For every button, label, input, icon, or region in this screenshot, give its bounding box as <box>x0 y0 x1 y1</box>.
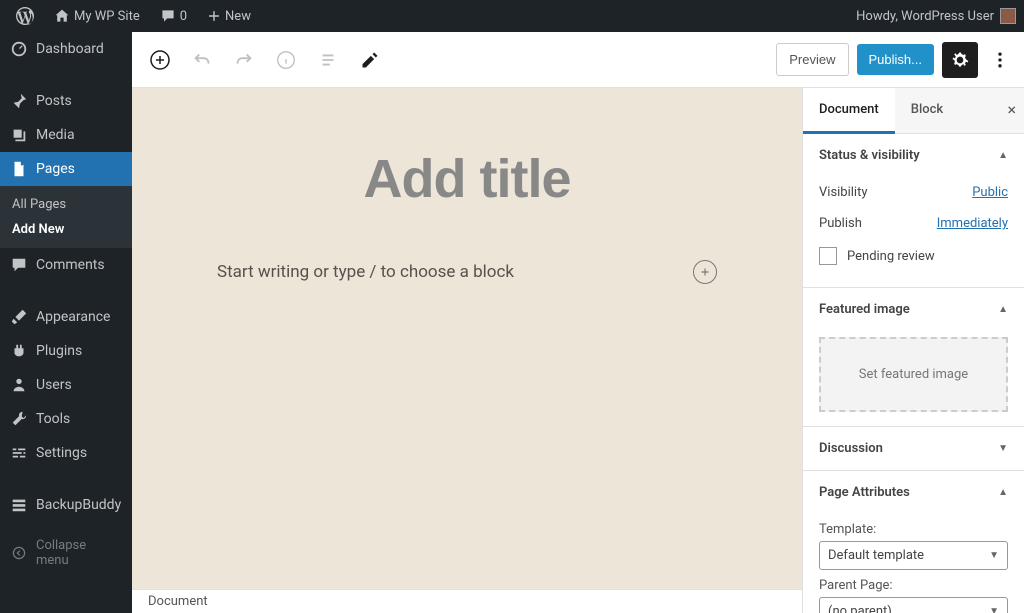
template-label: Template: <box>819 522 1008 537</box>
add-block-button[interactable] <box>142 42 178 78</box>
sidebar-item-posts[interactable]: Posts <box>0 84 132 118</box>
panel-tabs: Document Block × <box>803 88 1024 134</box>
sidebar-item-backupbuddy[interactable]: BackupBuddy <box>0 488 132 522</box>
new-label: New <box>225 9 251 24</box>
preview-button[interactable]: Preview <box>776 43 848 76</box>
parent-label: Parent Page: <box>819 578 1008 593</box>
backup-icon <box>10 496 28 514</box>
sidebar-item-media[interactable]: Media <box>0 118 132 152</box>
insert-block-button[interactable] <box>693 260 717 284</box>
greeting[interactable]: Howdy, WordPress User <box>856 9 994 24</box>
publish-button[interactable]: Publish... <box>857 44 934 75</box>
redo-button[interactable] <box>226 42 262 78</box>
sidebar-submenu: All Pages Add New <box>0 186 132 248</box>
chevron-up-icon: ▲ <box>998 487 1008 498</box>
new-link[interactable]: New <box>199 0 259 32</box>
undo-button[interactable] <box>184 42 220 78</box>
editor-toolbar: Preview Publish... <box>132 32 1024 88</box>
site-link[interactable]: My WP Site <box>46 0 148 32</box>
sidebar-item-comments[interactable]: Comments <box>0 248 132 282</box>
admin-topbar: My WP Site 0 New Howdy, WordPress User <box>0 0 1024 32</box>
wp-logo[interactable] <box>8 0 42 32</box>
more-button[interactable] <box>986 42 1014 78</box>
sliders-icon <box>10 444 28 462</box>
tab-block[interactable]: Block <box>895 88 959 133</box>
sidebar-item-users[interactable]: Users <box>0 368 132 402</box>
publish-value[interactable]: Immediately <box>937 216 1008 231</box>
attributes-header[interactable]: Page Attributes ▲ <box>803 471 1024 514</box>
section-featured: Featured image ▲ Set featured image <box>803 288 1024 427</box>
template-select[interactable]: Default template ▼ <box>819 541 1008 570</box>
collapse-icon <box>10 545 28 561</box>
collapse-menu[interactable]: Collapse menu <box>0 530 132 576</box>
comments-count: 0 <box>180 9 187 24</box>
chevron-down-icon: ▼ <box>989 550 999 561</box>
visibility-value[interactable]: Public <box>972 185 1008 200</box>
publish-label: Publish <box>819 216 862 231</box>
avatar[interactable] <box>1000 8 1016 24</box>
chevron-up-icon: ▲ <box>998 304 1008 315</box>
info-button[interactable] <box>268 42 304 78</box>
discussion-header[interactable]: Discussion ▼ <box>803 427 1024 470</box>
editor: Preview Publish... Add title Start writi… <box>132 32 1024 613</box>
home-icon <box>54 8 70 24</box>
settings-panel: Document Block × Status & visibility ▲ V… <box>802 88 1024 613</box>
comments-link[interactable]: 0 <box>152 0 195 32</box>
admin-sidebar: Dashboard Posts Media Pages All Pages Ad… <box>0 32 132 613</box>
sidebar-item-dashboard[interactable]: Dashboard <box>0 32 132 66</box>
comments-icon <box>10 256 28 274</box>
tab-document[interactable]: Document <box>803 88 895 134</box>
status-header[interactable]: Status & visibility ▲ <box>803 134 1024 177</box>
outline-button[interactable] <box>310 42 346 78</box>
site-name: My WP Site <box>74 9 140 24</box>
section-status: Status & visibility ▲ Visibility Public … <box>803 134 1024 288</box>
media-icon <box>10 126 28 144</box>
plug-icon <box>10 342 28 360</box>
title-input[interactable]: Add title <box>364 148 571 210</box>
block-prompt[interactable]: Start writing or type / to choose a bloc… <box>217 260 717 284</box>
comment-icon <box>160 8 176 24</box>
pending-review-label: Pending review <box>847 249 935 264</box>
close-panel-button[interactable]: × <box>1007 100 1016 119</box>
submenu-add-new[interactable]: Add New <box>0 217 132 242</box>
editor-canvas[interactable]: Add title Start writing or type / to cho… <box>132 88 802 613</box>
section-discussion: Discussion ▼ <box>803 427 1024 471</box>
edit-button[interactable] <box>352 42 388 78</box>
sidebar-item-settings[interactable]: Settings <box>0 436 132 470</box>
breadcrumb[interactable]: Document <box>132 589 802 613</box>
featured-header[interactable]: Featured image ▲ <box>803 288 1024 331</box>
set-featured-image[interactable]: Set featured image <box>819 337 1008 412</box>
chevron-up-icon: ▲ <box>998 150 1008 161</box>
settings-button[interactable] <box>942 42 978 78</box>
submenu-all-pages[interactable]: All Pages <box>0 192 132 217</box>
page-icon <box>10 160 28 178</box>
chevron-down-icon: ▼ <box>998 443 1008 454</box>
visibility-label: Visibility <box>819 185 868 200</box>
block-prompt-text: Start writing or type / to choose a bloc… <box>217 262 514 282</box>
pin-icon <box>10 92 28 110</box>
sidebar-item-plugins[interactable]: Plugins <box>0 334 132 368</box>
pending-review-checkbox[interactable] <box>819 247 837 265</box>
wrench-icon <box>10 410 28 428</box>
sidebar-item-appearance[interactable]: Appearance <box>0 300 132 334</box>
brush-icon <box>10 308 28 326</box>
sidebar-item-pages[interactable]: Pages <box>0 152 132 186</box>
sidebar-item-tools[interactable]: Tools <box>0 402 132 436</box>
dashboard-icon <box>10 40 28 58</box>
parent-select[interactable]: (no parent) ▼ <box>819 597 1008 613</box>
user-icon <box>10 376 28 394</box>
section-attributes: Page Attributes ▲ Template: Default temp… <box>803 471 1024 613</box>
chevron-down-icon: ▼ <box>989 606 999 613</box>
plus-icon <box>207 9 221 23</box>
